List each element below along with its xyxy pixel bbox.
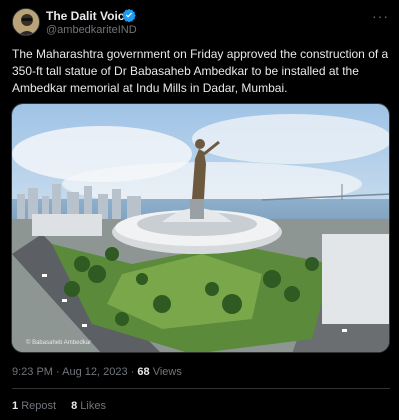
statue-rendering-image (12, 104, 389, 352)
reposts-label: Repost (21, 400, 57, 412)
views-count: 68 (137, 366, 150, 378)
more-options-icon[interactable]: ··· (372, 8, 389, 24)
tweet-text: The Maharashtra government on Friday app… (12, 47, 389, 95)
reposts-count: 1 (12, 400, 19, 412)
engagement-stats: 1 Repost 8 Likes (12, 400, 118, 412)
author-name[interactable]: The Dalit Voice (46, 9, 131, 23)
author-handle[interactable]: @ambedkariteIND (46, 24, 137, 36)
tweet-time[interactable]: 9:23 PM (12, 366, 53, 378)
tweet-date[interactable]: Aug 12, 2023 (62, 366, 127, 378)
likes-stat[interactable]: 8 Likes (71, 400, 106, 412)
views-label: Views (152, 366, 182, 378)
avatar[interactable] (12, 8, 40, 36)
likes-label: Likes (80, 400, 106, 412)
likes-count: 8 (71, 400, 78, 412)
tweet-image[interactable]: © Babasaheb Ambedkar (11, 103, 390, 353)
reposts-stat[interactable]: 1 Repost (12, 400, 59, 412)
divider (12, 388, 390, 389)
tweet-timestamp: 9:23 PM · Aug 12, 2023 · 68 Views (12, 366, 182, 378)
image-watermark: © Babasaheb Ambedkar (26, 340, 92, 346)
verified-badge-icon (122, 8, 136, 22)
tweet-card: The Dalit Voice @ambedkariteIND ··· The … (0, 0, 399, 420)
